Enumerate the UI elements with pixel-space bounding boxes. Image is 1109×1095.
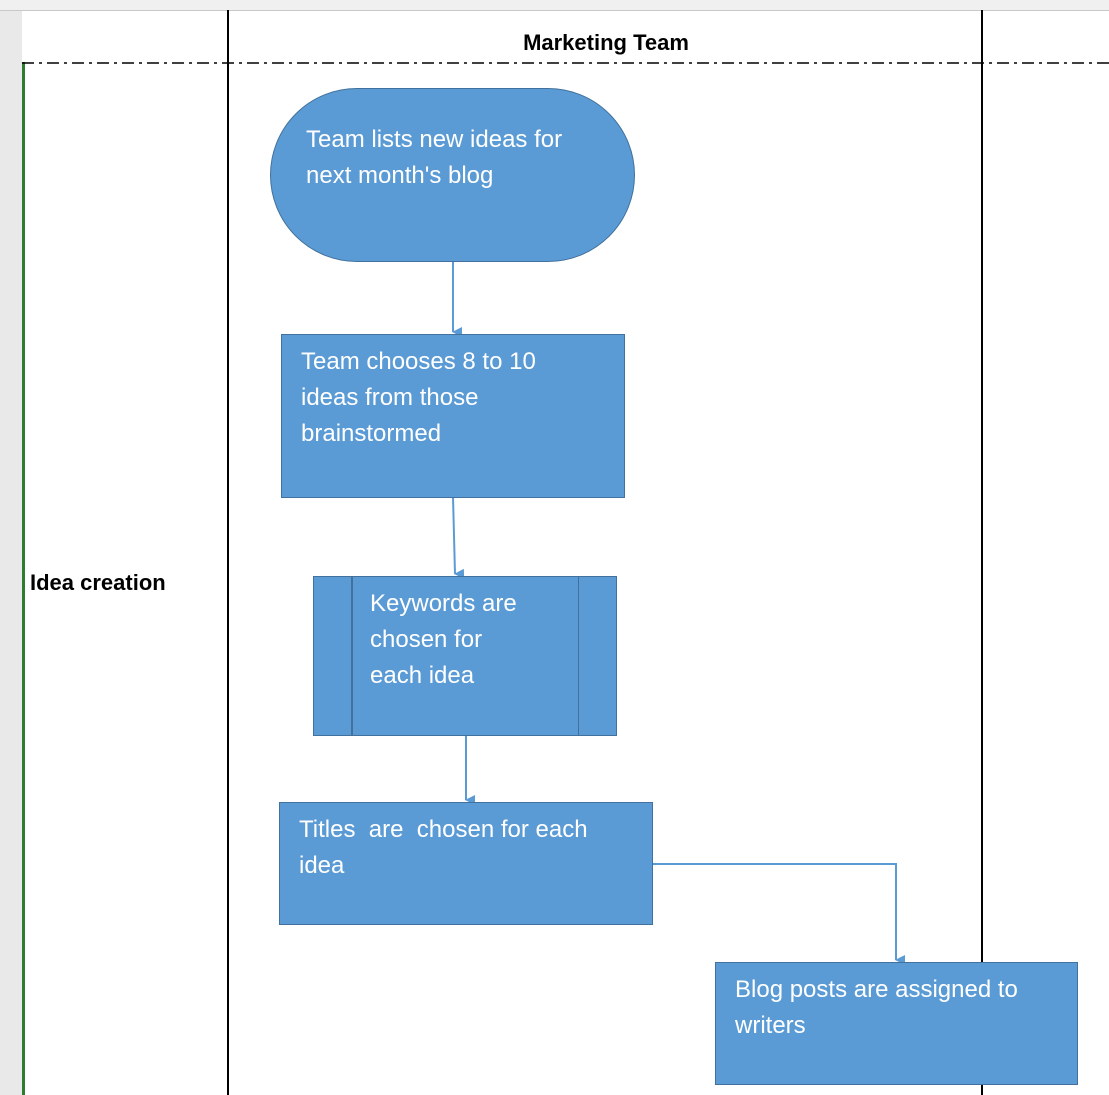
assign-text: Blog posts are assigned to writers	[735, 976, 1018, 1039]
lane-header-title: Marketing Team	[523, 30, 689, 55]
titles-text: Titles are chosen for each idea	[299, 816, 588, 879]
flowchart-canvas: Marketing Team Idea creation Team lists …	[0, 0, 1109, 1095]
left-gutter	[0, 0, 22, 1095]
choose-ideas-text: Team chooses 8 to 10 ideas from those br…	[301, 348, 536, 447]
lane-label: Idea creation	[30, 570, 166, 595]
start-terminator-text: Team lists new ideas for next month's bl…	[306, 126, 563, 189]
lane-rule	[22, 62, 25, 1095]
top-header-strip	[0, 0, 1109, 11]
lane-border-right	[981, 10, 983, 1095]
lane-border-left	[227, 10, 229, 1095]
keywords-box-left-bar	[351, 577, 353, 735]
connector-choose-keywords	[452, 496, 465, 579]
connector-titles-assign	[652, 863, 905, 965]
keywords-text: Keywords are chosen for each idea	[370, 590, 517, 689]
